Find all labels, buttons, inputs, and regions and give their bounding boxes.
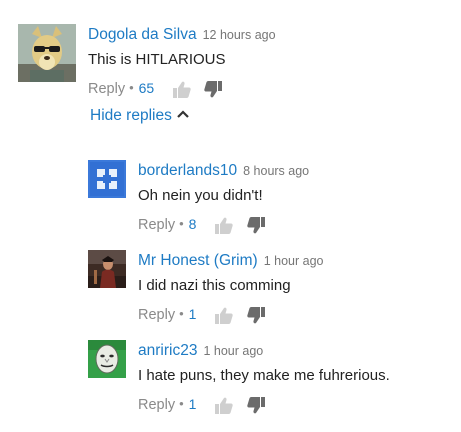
dog-mask-avatar-icon [18,24,76,82]
reply-comment: anriric23 1 hour ago I hate puns, they ma… [0,330,461,430]
timestamp[interactable]: 1 hour ago [264,254,324,268]
separator-dot: • [179,396,184,411]
like-count: 1 [188,396,197,412]
comment: Dogola da Silva 12 hours ago This is HITL… [0,0,461,100]
thumbs-down-icon[interactable] [246,216,265,234]
reply-button[interactable]: Reply [138,217,175,233]
thumbs-down-icon[interactable] [204,80,223,98]
thumbs-up-icon[interactable] [215,217,234,234]
reply-button[interactable]: Reply [138,307,175,323]
timestamp[interactable]: 8 hours ago [243,164,309,178]
separator-dot: • [129,80,134,95]
reply-button[interactable]: Reply [88,81,125,97]
comment-actions: Reply • 1 [138,396,265,416]
like-count: 1 [188,306,197,322]
reply-button[interactable]: Reply [138,397,175,413]
blue-square-avatar-icon [88,160,126,198]
avatar[interactable] [18,24,76,82]
author-line: anriric23 1 hour ago [138,342,263,360]
like-count: 65 [138,80,155,96]
avatar[interactable] [88,340,126,378]
author-line: borderlands10 8 hours ago [138,162,309,180]
thumbs-up-icon[interactable] [215,397,234,414]
thumbs-down-icon[interactable] [246,306,265,324]
thumbs-up-icon[interactable] [215,307,234,324]
comment-text: This is HITLARIOUS [88,51,226,68]
chevron-up-icon [177,110,189,118]
thumbs-up-icon[interactable] [173,81,191,98]
separator-dot: • [179,216,184,231]
author-name[interactable]: anriric23 [138,342,197,359]
author-line: Mr Honest (Grim) 1 hour ago [138,252,323,270]
timestamp[interactable]: 12 hours ago [203,28,276,42]
timestamp[interactable]: 1 hour ago [203,344,263,358]
avatar[interactable] [88,250,126,288]
thumbs-down-icon[interactable] [246,396,265,414]
reply-comment: Mr Honest (Grim) 1 hour ago I did nazi th… [0,240,461,330]
author-name[interactable]: borderlands10 [138,162,237,179]
comment-thread: Dogola da Silva 12 hours ago This is HITL… [0,0,461,432]
like-count: 8 [188,216,197,232]
comment-actions: Reply • 1 [138,306,265,326]
author-line: Dogola da Silva 12 hours ago [88,26,276,44]
reply-comment: borderlands10 8 hours ago Oh nein you did… [0,150,461,240]
comment-text: I hate puns, they make me fuhrerious. [138,367,390,384]
comment-actions: Reply • 8 [138,216,265,236]
green-face-avatar-icon [88,340,126,378]
separator-dot: • [179,306,184,321]
author-name[interactable]: Dogola da Silva [88,26,197,43]
hide-replies-button[interactable]: Hide replies [90,107,189,125]
avatar[interactable] [88,160,126,198]
hide-replies-label: Hide replies [90,107,172,124]
author-name[interactable]: Mr Honest (Grim) [138,252,258,269]
comment-text: I did nazi this comming [138,277,291,294]
comment-text: Oh nein you didn't! [138,187,263,204]
comment-actions: Reply • 65 [88,80,223,100]
dark-figure-avatar-icon [88,250,126,288]
